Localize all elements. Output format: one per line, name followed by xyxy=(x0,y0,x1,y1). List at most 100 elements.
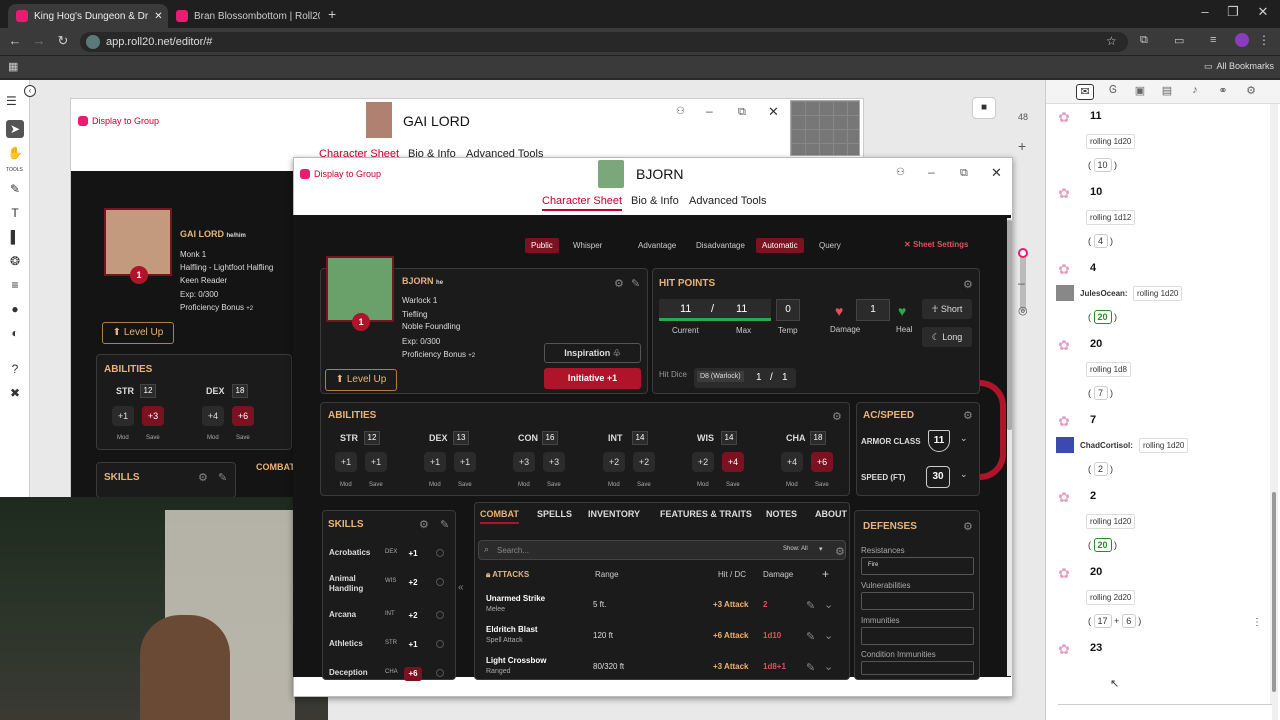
share-icon[interactable]: ⚇ xyxy=(676,106,685,117)
stat-score-int[interactable]: 14 xyxy=(632,431,648,445)
attack-name[interactable]: Light Crossbow xyxy=(486,656,546,665)
stat-score-dex[interactable]: 13 xyxy=(453,431,469,445)
attack-damage[interactable]: 1d10 xyxy=(763,631,781,640)
add-attack-icon[interactable]: + xyxy=(822,567,829,581)
level-up-button[interactable]: ⬆ Level Up xyxy=(102,322,174,344)
wrench-tool-icon[interactable]: ✖ xyxy=(6,384,24,402)
skill-name[interactable]: Arcana xyxy=(329,610,381,620)
gear-icon[interactable]: ⚙ xyxy=(614,277,624,290)
attack-hit[interactable]: +3 Attack xyxy=(713,600,749,609)
site-info-icon[interactable] xyxy=(86,35,100,49)
zoom-in-icon[interactable]: + xyxy=(1018,138,1026,154)
gear-icon[interactable]: ⚙ xyxy=(963,278,973,291)
maximize-icon[interactable]: ❐ xyxy=(1218,4,1248,20)
extensions-icon[interactable]: ⧉ xyxy=(1140,34,1148,47)
initiative-button[interactable]: Initiative +1 xyxy=(544,368,641,389)
text-tool-icon[interactable]: T xyxy=(6,204,24,222)
attack-hit[interactable]: +6 Attack xyxy=(713,631,749,640)
skill-name[interactable]: Deception xyxy=(329,668,381,678)
tab-inventory[interactable]: Inventory xyxy=(588,509,640,519)
attack-name[interactable]: Unarmed Strike xyxy=(486,594,545,603)
pan-tool-icon[interactable]: ✋ xyxy=(6,144,24,162)
collapse-toolbar-icon[interactable]: ‹ xyxy=(24,85,36,97)
armor-class-shield[interactable]: 11 xyxy=(928,430,950,452)
zoom-reset-icon[interactable]: ◎ xyxy=(1018,304,1028,317)
con-mod-button[interactable]: +3 xyxy=(513,452,535,472)
menu-icon[interactable]: ☰ xyxy=(6,94,17,108)
close-window-icon[interactable]: ✕ xyxy=(1248,4,1278,20)
roll-mode-whisper[interactable]: Whisper xyxy=(573,241,602,250)
compendium-tab-icon[interactable]: Ꮆ xyxy=(1104,84,1122,100)
roll-mode-automatic[interactable]: Automatic xyxy=(756,238,804,253)
edit-icon[interactable]: ✎ xyxy=(218,471,227,484)
immunities-field[interactable] xyxy=(861,627,974,645)
attack-damage[interactable]: 2 xyxy=(763,600,767,609)
resistances-field[interactable]: Fire xyxy=(861,557,974,575)
gear-icon[interactable]: ⚙ xyxy=(198,471,208,484)
tab-character-sheet[interactable]: Character Sheet xyxy=(542,195,623,211)
url-field[interactable]: app.roll20.net/editor/# xyxy=(80,32,1128,52)
forward-icon[interactable]: → xyxy=(30,33,48,48)
collapse-skills-icon[interactable]: « xyxy=(458,582,464,593)
stat-score-str[interactable]: 12 xyxy=(364,431,380,445)
skill-name[interactable]: Animal Handling xyxy=(329,574,381,594)
chat-input[interactable] xyxy=(1058,704,1272,720)
select-tool-icon[interactable]: ➤ xyxy=(6,120,24,138)
tab-advanced[interactable]: Advanced Tools xyxy=(689,195,766,207)
chevron-down-icon[interactable]: ⌄ xyxy=(824,660,833,673)
speed-value[interactable]: 30 xyxy=(926,466,950,488)
stat-score-con[interactable]: 16 xyxy=(542,431,558,445)
chevron-down-icon[interactable]: ⌄ xyxy=(824,598,833,611)
skill-value[interactable]: +1 xyxy=(404,638,422,652)
tab-spells[interactable]: Spells xyxy=(537,509,572,519)
pin-tool-icon[interactable]: ● xyxy=(6,300,24,318)
chevron-down-icon[interactable]: ⌄ xyxy=(824,629,833,642)
chevron-down-icon[interactable]: ⌄ xyxy=(960,469,968,480)
jukebox-icon[interactable]: ■ xyxy=(972,97,996,119)
level-up-button[interactable]: ⬆ Level Up xyxy=(325,369,397,391)
proficiency-dot-icon[interactable] xyxy=(436,640,444,648)
gear-icon[interactable]: ⚙ xyxy=(419,518,429,531)
all-bookmarks[interactable]: ▭ All Bookmarks xyxy=(1204,61,1274,72)
condition-immunities-field[interactable] xyxy=(861,661,974,675)
sheet-scrollbar-thumb[interactable] xyxy=(1007,220,1012,430)
bookmark-star-icon[interactable]: ☆ xyxy=(1106,34,1117,48)
tab-notes[interactable]: Notes xyxy=(766,509,797,519)
edit-icon[interactable]: ✎ xyxy=(806,599,815,612)
wis-mod-button[interactable]: +2 xyxy=(692,452,714,472)
str-mod-button[interactable]: +1 xyxy=(112,406,134,426)
tab-about[interactable]: About xyxy=(815,509,847,519)
display-to-group-button[interactable]: Display to Group xyxy=(78,116,159,126)
minimize-icon[interactable]: – xyxy=(928,165,935,179)
hit-dice-current[interactable]: 1 xyxy=(756,372,762,383)
dex-save-button[interactable]: +6 xyxy=(232,406,254,426)
close-icon[interactable]: ✕ xyxy=(154,11,162,22)
tab-bio[interactable]: Bio & Info xyxy=(631,195,679,207)
int-mod-button[interactable]: +2 xyxy=(603,452,625,472)
more-options-icon[interactable]: ⋮ xyxy=(1252,617,1262,628)
gear-icon[interactable]: ⚙ xyxy=(835,545,845,558)
attack-hit[interactable]: +3 Attack xyxy=(713,662,749,671)
edit-icon[interactable]: ✎ xyxy=(806,630,815,643)
apps-grid-icon[interactable]: ▦ xyxy=(8,60,18,73)
skill-value[interactable]: +2 xyxy=(404,576,422,590)
skill-name[interactable]: Acrobatics xyxy=(329,548,381,558)
attack-search-input[interactable]: ⌕ Search... Show: All ▾ xyxy=(478,540,846,560)
heal-heart-icon[interactable]: ♥ xyxy=(898,303,906,319)
str-mod-button[interactable]: +1 xyxy=(335,452,357,472)
hp-current[interactable]: 11 xyxy=(680,303,691,315)
chat-tab-icon[interactable]: ✉ xyxy=(1076,84,1094,100)
proficiency-dot-icon[interactable] xyxy=(436,578,444,586)
damage-heart-icon[interactable]: ♥ xyxy=(835,303,843,319)
more-menu-icon[interactable]: ⋮ xyxy=(1258,33,1270,47)
proficiency-dot-icon[interactable] xyxy=(436,549,444,557)
inspiration-button[interactable]: Inspiration ♧ xyxy=(544,343,641,363)
stat-score-wis[interactable]: 14 xyxy=(721,431,737,445)
edit-icon[interactable]: ✎ xyxy=(440,518,449,531)
roll-mode-advantage[interactable]: Advantage xyxy=(638,241,676,250)
art-library-tab-icon[interactable]: ▣ xyxy=(1131,84,1149,100)
profile-avatar[interactable] xyxy=(1235,33,1249,47)
tab-combat[interactable]: Combat xyxy=(480,509,519,524)
proficiency-dot-icon[interactable] xyxy=(436,669,444,677)
attack-damage[interactable]: 1d8+1 xyxy=(763,662,786,671)
